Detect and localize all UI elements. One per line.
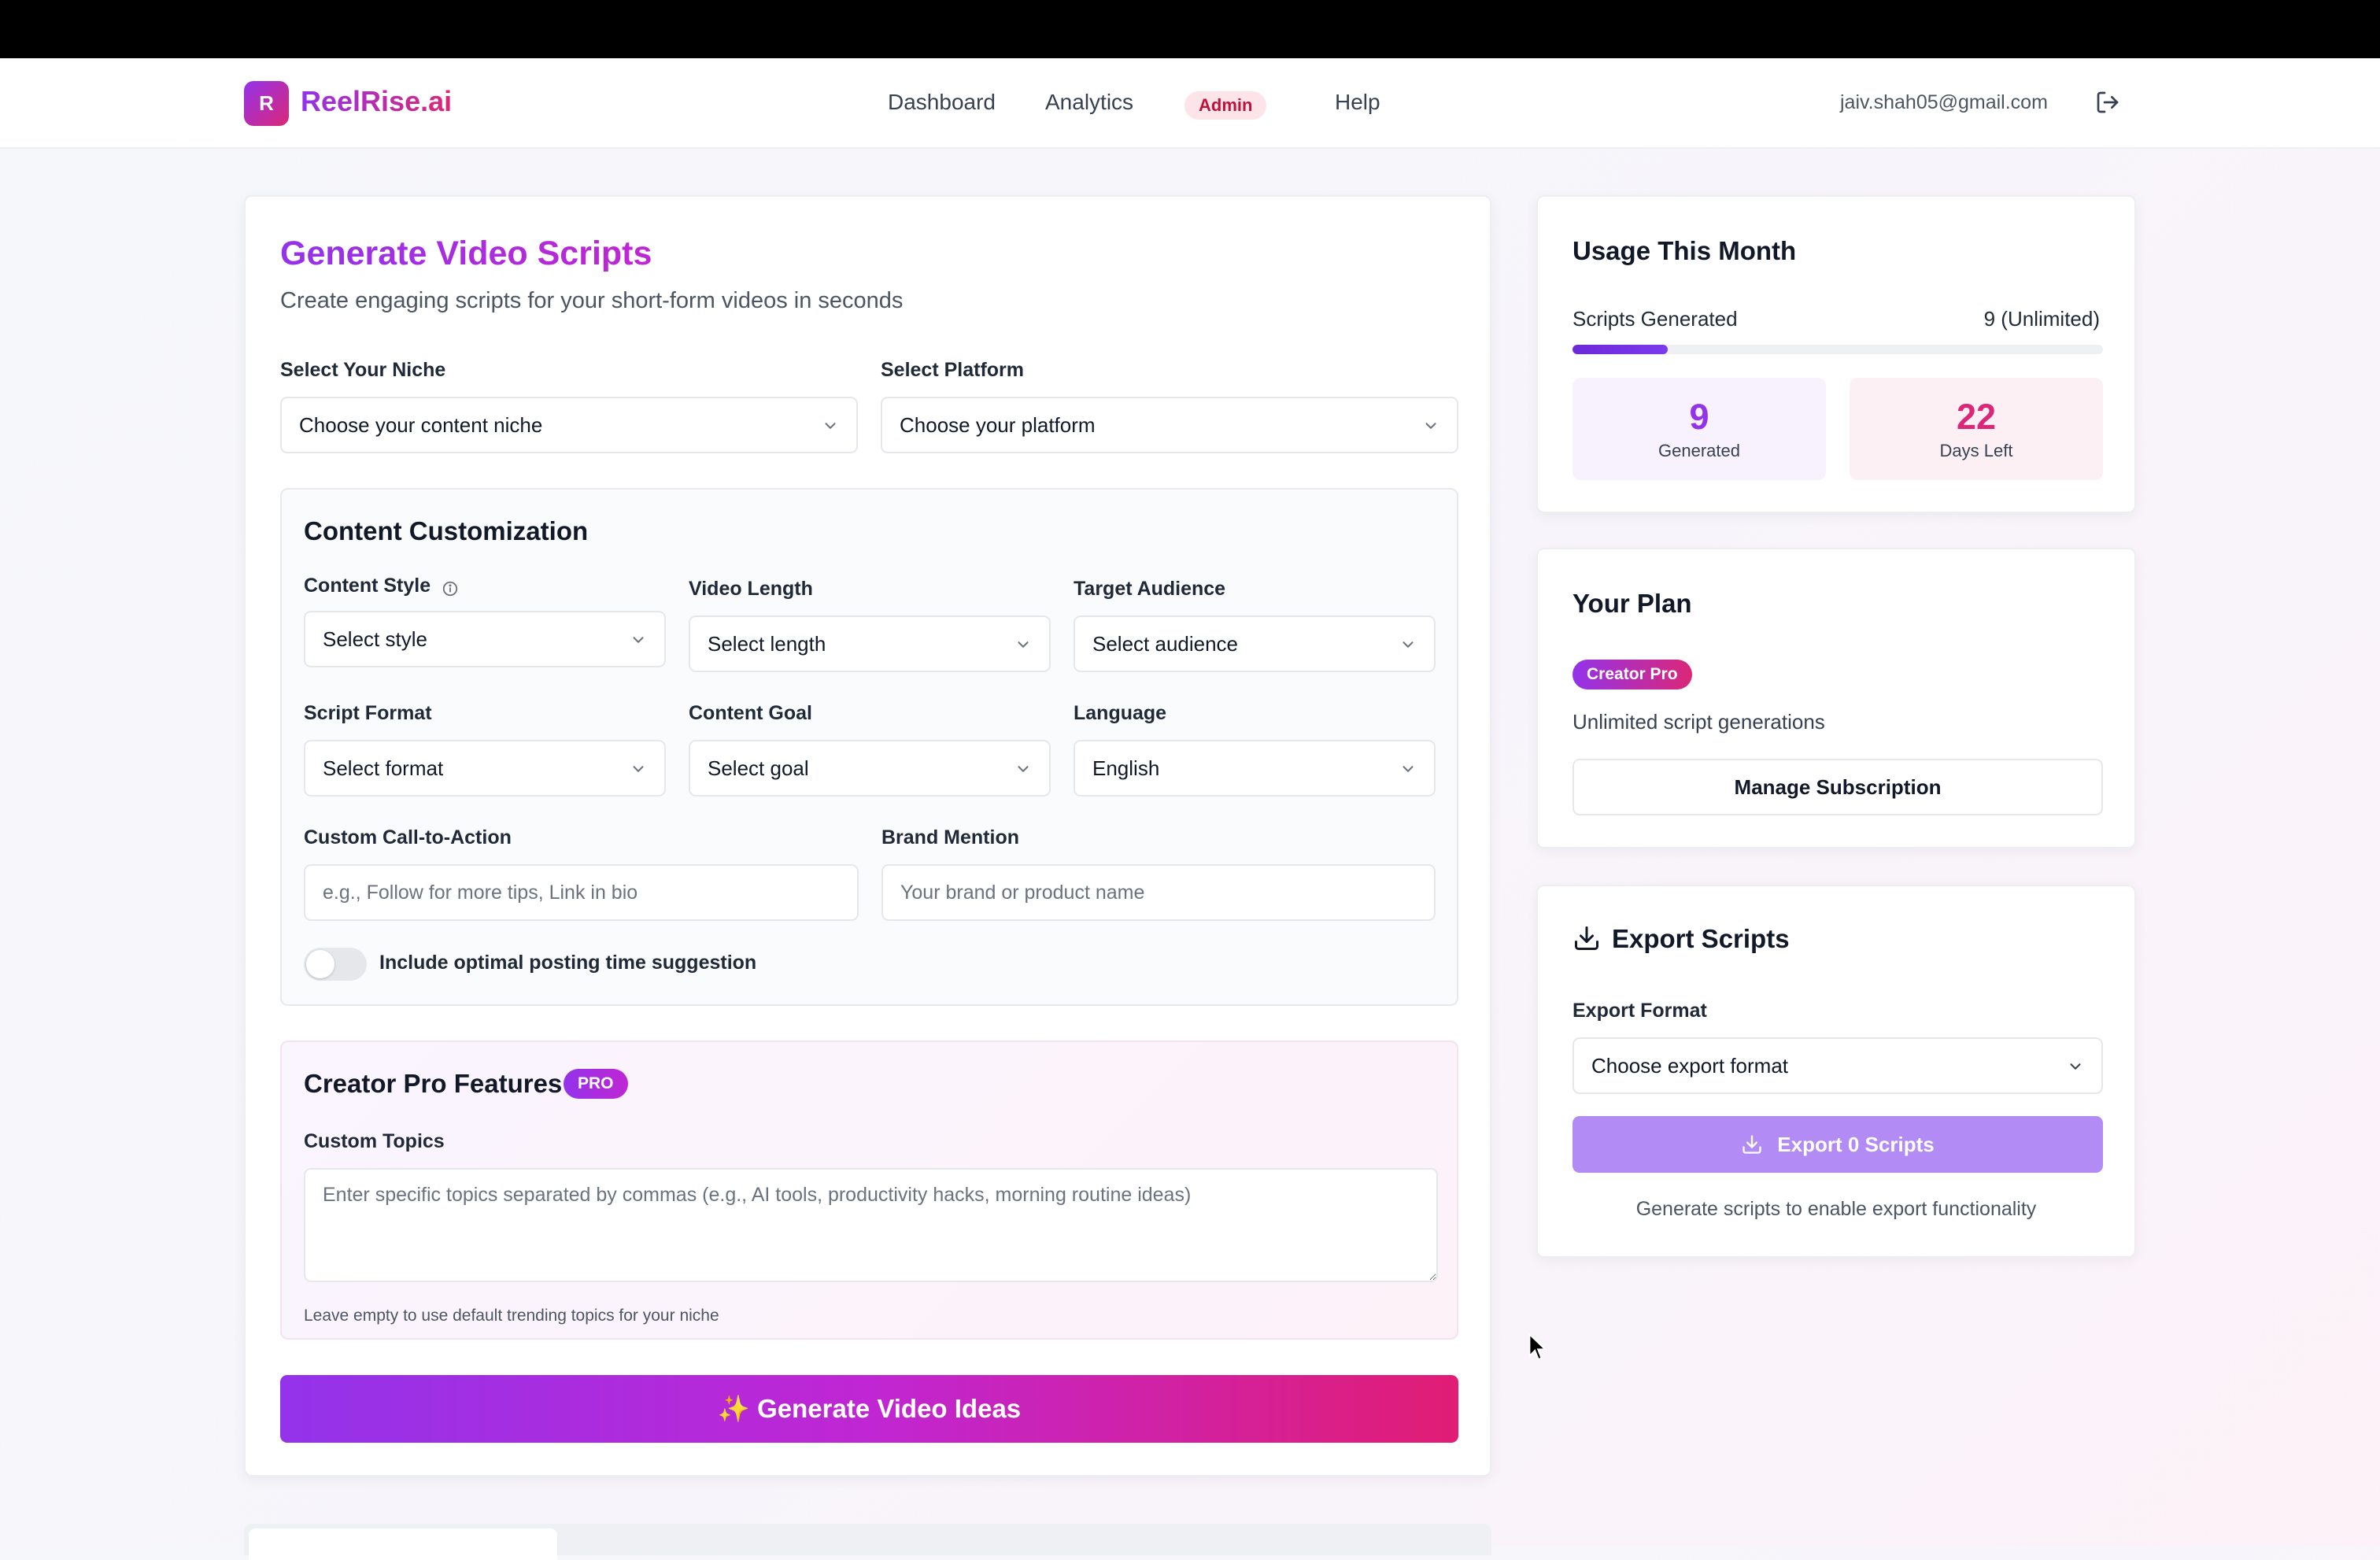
- chevron-down-icon: [1402, 641, 1414, 648]
- brand-mention-input[interactable]: [881, 864, 1436, 921]
- generated-caption: Generated: [1658, 441, 1740, 460]
- posting-time-toggle[interactable]: [304, 948, 367, 981]
- creator-pro-section: Creator Pro Features PRO Custom Topics L…: [280, 1041, 1458, 1340]
- cursor-arrow-icon: [1528, 1333, 1547, 1361]
- language-label: Language: [1074, 702, 1167, 724]
- content-goal-label: Content Goal: [689, 702, 812, 724]
- content-customization-section: Content Customization Content Style Sele…: [280, 488, 1458, 1006]
- user-email: jaiv.shah05@gmail.com: [1840, 91, 2048, 113]
- language-select[interactable]: English: [1074, 740, 1436, 797]
- chevron-down-icon: [1402, 766, 1414, 772]
- target-audience-select[interactable]: Select audience: [1074, 615, 1436, 672]
- page-subtitle: Create engaging scripts for your short-f…: [280, 288, 904, 313]
- chevron-down-icon: [2070, 1063, 2081, 1070]
- video-length-label: Video Length: [689, 578, 813, 600]
- video-length-value: Select length: [708, 631, 826, 656]
- admin-badge[interactable]: Admin: [1184, 91, 1267, 120]
- pro-badge: PRO: [564, 1069, 628, 1099]
- nav-help[interactable]: Help: [1335, 90, 1380, 115]
- manage-subscription-button[interactable]: Manage Subscription: [1572, 759, 2103, 815]
- chevron-down-icon: [633, 766, 644, 772]
- content-style-select[interactable]: Select style: [304, 611, 666, 667]
- usage-progress-bar: [1572, 345, 2103, 354]
- chevron-down-icon: [1018, 641, 1029, 648]
- nav-dashboard[interactable]: Dashboard: [888, 90, 996, 115]
- export-format-select[interactable]: Choose export format: [1572, 1037, 2103, 1094]
- usage-progress-fill: [1572, 345, 1669, 354]
- custom-topics-hint: Leave empty to use default trending topi…: [304, 1307, 719, 1325]
- video-length-select[interactable]: Select length: [689, 615, 1051, 672]
- niche-select-value: Choose your content niche: [299, 412, 543, 437]
- export-title: Export Scripts: [1612, 924, 1790, 953]
- target-audience-label: Target Audience: [1074, 578, 1226, 600]
- scripts-generated-label: Scripts Generated: [1572, 307, 1738, 331]
- chevron-down-icon: [1018, 766, 1029, 772]
- target-audience-value: Select audience: [1092, 631, 1239, 656]
- content-style-label: Content Style: [304, 575, 431, 597]
- tab-active[interactable]: [249, 1529, 557, 1560]
- cta-input[interactable]: [304, 864, 859, 921]
- export-format-label: Export Format: [1572, 1000, 1707, 1022]
- logout-icon[interactable]: [2095, 90, 2120, 115]
- download-icon: [1575, 926, 1598, 950]
- platform-label: Select Platform: [881, 359, 1025, 381]
- generated-count: 9: [1689, 397, 1709, 437]
- niche-label: Select Your Niche: [280, 359, 446, 381]
- generate-ideas-button[interactable]: ✨ Generate Video Ideas: [280, 1375, 1458, 1443]
- export-format-value: Choose export format: [1591, 1053, 1789, 1078]
- logo-icon[interactable]: R: [244, 81, 289, 126]
- nav-analytics[interactable]: Analytics: [1045, 90, 1133, 115]
- content-goal-select[interactable]: Select goal: [689, 740, 1051, 797]
- app-navbar: R ReelRise.ai Dashboard Analytics Admin …: [0, 58, 2380, 149]
- custom-topics-label: Custom Topics: [304, 1130, 445, 1152]
- usage-card: Usage This Month Scripts Generated 9 (Un…: [1536, 195, 2136, 513]
- posting-time-label: Include optimal posting time suggestion: [379, 952, 757, 974]
- info-icon[interactable]: [442, 580, 459, 597]
- results-tabs: [244, 1524, 1491, 1560]
- download-icon: [1743, 1135, 1761, 1154]
- generated-stat: 9 Generated: [1572, 378, 1826, 480]
- days-left-stat: 22 Days Left: [1850, 378, 2103, 480]
- page-title: Generate Video Scripts: [280, 235, 652, 272]
- language-value: English: [1092, 756, 1160, 780]
- platform-select-value: Choose your platform: [900, 412, 1096, 437]
- pro-features-title: Creator Pro Features: [304, 1069, 563, 1098]
- export-note: Generate scripts to enable export functi…: [1635, 1198, 2037, 1220]
- cta-label: Custom Call-to-Action: [304, 826, 512, 848]
- plan-card: Your Plan Creator Pro Unlimited script g…: [1536, 548, 2136, 848]
- plan-title: Your Plan: [1572, 589, 1692, 618]
- chevron-down-icon: [825, 423, 836, 429]
- script-format-value: Select format: [323, 756, 444, 780]
- customization-title: Content Customization: [304, 516, 589, 545]
- content-style-value: Select style: [323, 627, 427, 651]
- plan-badge: Creator Pro: [1572, 660, 1692, 689]
- export-card: Export Scripts Export Format Choose expo…: [1536, 885, 2136, 1258]
- usage-title: Usage This Month: [1572, 236, 1797, 265]
- plan-description: Unlimited script generations: [1572, 710, 1825, 734]
- scripts-generated-value: 9 (Unlimited): [1983, 307, 2100, 331]
- toggle-knob: [306, 950, 334, 978]
- generator-card: Generate Video Scripts Create engaging s…: [244, 195, 1491, 1477]
- niche-select[interactable]: Choose your content niche: [280, 397, 858, 453]
- days-left-caption: Days Left: [1939, 441, 2013, 460]
- script-format-select[interactable]: Select format: [304, 740, 666, 797]
- custom-topics-textarea[interactable]: [304, 1168, 1438, 1282]
- days-left-count: 22: [1956, 397, 1997, 437]
- export-scripts-button[interactable]: Export 0 Scripts: [1572, 1116, 2103, 1173]
- system-top-bar: [0, 0, 2380, 58]
- brand-name[interactable]: ReelRise.ai: [301, 85, 452, 118]
- platform-select[interactable]: Choose your platform: [881, 397, 1458, 453]
- script-format-label: Script Format: [304, 702, 432, 724]
- chevron-down-icon: [1425, 423, 1436, 429]
- chevron-down-icon: [633, 637, 644, 643]
- content-goal-value: Select goal: [708, 756, 809, 780]
- brand-mention-label: Brand Mention: [881, 826, 1019, 848]
- export-button-label: Export 0 Scripts: [1777, 1132, 1935, 1156]
